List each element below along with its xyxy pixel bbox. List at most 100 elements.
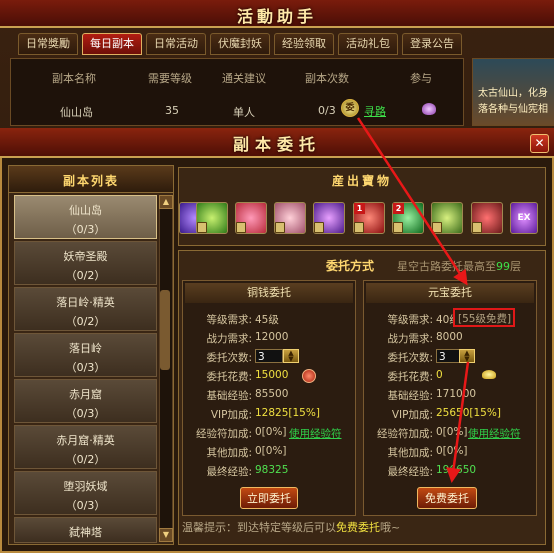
- list-item[interactable]: 弑神塔: [14, 517, 157, 543]
- list-item[interactable]: 落日岭 （0/3）: [14, 333, 157, 377]
- commission-now-button[interactable]: 立即委托: [240, 487, 298, 509]
- list-scrollbar-thumb[interactable]: [160, 290, 170, 370]
- copper-base-value: 85500: [255, 388, 289, 400]
- copper-cost-label: 委托花费:: [206, 371, 252, 383]
- red-gem-icon[interactable]: 1: [353, 202, 385, 234]
- ingot-other-label: 其他加成:: [387, 447, 433, 459]
- ingot-commission-title: 元宝委托: [366, 283, 534, 303]
- list-item[interactable]: 赤月窟 （0/3）: [14, 379, 157, 423]
- copper-times-label: 委托次数:: [206, 352, 252, 364]
- list-item-count: （0/3）: [65, 361, 106, 374]
- copper-power-value: 12000: [255, 331, 289, 343]
- list-item-count: （0/2）: [65, 315, 106, 328]
- tip-suffix: 哦~: [380, 521, 401, 534]
- copper-other-value: 0[0%]: [255, 445, 287, 457]
- list-item-name: 落日岭·精英: [56, 296, 115, 309]
- list-item-count: （0/2）: [65, 453, 106, 466]
- list-item-count: （0/2）: [65, 269, 106, 282]
- ingot-vip-value: 25650[15%]: [436, 407, 501, 419]
- column-header-suggestion: 通关建议: [222, 72, 266, 85]
- copper-commission-title: 铜钱委托: [185, 283, 353, 303]
- column-header-count: 副本次数: [305, 72, 349, 85]
- close-icon[interactable]: ✕: [530, 134, 549, 153]
- list-item-count: （0/3）: [65, 407, 106, 420]
- ingot-cost-value: 0: [436, 369, 443, 381]
- gold-ingot-icon: [482, 370, 496, 379]
- ingot-final-value: 196650: [436, 464, 477, 476]
- ingot-final-label: 最终经验:: [387, 466, 433, 478]
- copper-final-value: 98325: [255, 464, 289, 476]
- lock-icon: [197, 222, 207, 233]
- ingot-times-stepper-icon[interactable]: ▲ ▼: [459, 349, 475, 363]
- copper-vip-value: 12825[15%]: [255, 407, 320, 419]
- tab-exp-claim[interactable]: 经验领取: [274, 33, 334, 55]
- tab-demon-seal[interactable]: 伏魔封妖: [210, 33, 270, 55]
- lock-icon: [236, 222, 246, 233]
- copper-times-input[interactable]: 3: [255, 349, 283, 363]
- cherry-box-icon[interactable]: [471, 202, 503, 234]
- ingot-cost-label: 委托花费:: [387, 371, 433, 383]
- tab-daily-reward[interactable]: 日常獎勵: [18, 33, 78, 55]
- list-item-name: 弑神塔: [69, 526, 102, 539]
- item-badge: 1: [354, 203, 365, 214]
- free-commission-button[interactable]: 免费委托: [417, 487, 477, 509]
- tip-text: 温馨提示：到达特定等级后可以免费委托哦~: [182, 519, 400, 535]
- lock-icon: [393, 222, 403, 233]
- scroll-down-icon[interactable]: ▼: [159, 528, 173, 542]
- free-level-text: [55级免费]: [458, 313, 512, 325]
- list-item[interactable]: 落日岭·精英 （0/2）: [14, 287, 157, 331]
- commission-icon[interactable]: 委: [341, 99, 359, 117]
- ingot-talisman-value: 0[0%]: [436, 426, 468, 438]
- list-item-name: 仙山岛: [69, 204, 102, 217]
- copper-base-label: 基础经验:: [206, 390, 252, 402]
- item-badge: 2: [393, 203, 404, 214]
- copper-power-label: 战力需求:: [206, 333, 252, 345]
- scroll-up-icon[interactable]: ▲: [159, 195, 173, 209]
- tab-activity-gift[interactable]: 活动礼包: [338, 33, 398, 55]
- lock-icon: [472, 222, 482, 233]
- list-item[interactable]: 堕羽妖域 （0/3）: [14, 471, 157, 515]
- copper-coin-icon: [302, 369, 316, 383]
- fruit-box-icon[interactable]: [431, 202, 463, 234]
- tab-daily-activity[interactable]: 日常活动: [146, 33, 206, 55]
- list-item-name: 赤月窟: [69, 388, 102, 401]
- list-item-name: 妖帝圣殿: [63, 250, 108, 263]
- commission-mode-note: 星空古路委托最高至99层: [397, 258, 521, 274]
- pig-pet-icon[interactable]: [274, 202, 306, 234]
- row-dungeon-suggestion: 单人: [233, 106, 255, 119]
- banner-text-line-1: 太古仙山，化身: [478, 88, 548, 99]
- purple-claw-icon[interactable]: [313, 202, 345, 234]
- green-gem-icon[interactable]: 2: [392, 202, 424, 234]
- copper-other-label: 其他加成:: [206, 447, 252, 459]
- copper-use-talisman-link[interactable]: 使用经验符: [289, 426, 342, 441]
- copper-times-stepper-icon[interactable]: ▲ ▼: [283, 349, 299, 363]
- ingot-use-talisman-link[interactable]: 使用经验符: [468, 426, 521, 441]
- treasure-title: 産出寶物: [331, 174, 392, 188]
- pink-pet-icon[interactable]: [235, 202, 267, 234]
- lock-icon: [432, 222, 442, 233]
- ingot-vip-label: VIP加成:: [391, 409, 433, 421]
- ingot-talisman-label: 经验符加成:: [376, 428, 433, 440]
- row-dungeon-level: 35: [165, 104, 179, 117]
- tab-daily-dungeon[interactable]: 每日副本: [82, 33, 142, 55]
- row-dungeon-name: 仙山岛: [60, 106, 93, 119]
- exp-icon[interactable]: EX: [510, 202, 538, 234]
- ingot-level-label: 等级需求:: [387, 314, 433, 326]
- mode-note-prefix: 星空古路委托最高至: [397, 260, 496, 273]
- tip-prefix: 温馨提示：到达特定等级后可以: [182, 521, 336, 534]
- row-dungeon-count: 0/3: [318, 104, 336, 117]
- list-item-name: 堕羽妖域: [63, 480, 108, 493]
- list-item[interactable]: 仙山岛 （0/3）: [14, 195, 157, 239]
- lock-icon: [354, 222, 364, 233]
- ingot-base-label: 基础经验:: [387, 390, 433, 402]
- column-header-join: 参与: [410, 72, 432, 85]
- list-item-count: （0/3）: [65, 223, 106, 236]
- ingot-power-value: 8000: [436, 331, 463, 343]
- copper-level-label: 等级需求:: [206, 314, 252, 326]
- pathfind-link[interactable]: 寻路: [364, 103, 386, 119]
- green-pet-icon[interactable]: [196, 202, 228, 234]
- tab-login-notice[interactable]: 登录公告: [402, 33, 462, 55]
- list-item[interactable]: 妖帝圣殿 （0/2）: [14, 241, 157, 285]
- ingot-times-label: 委托次数:: [387, 352, 433, 364]
- list-item[interactable]: 赤月窟·精英 （0/2）: [14, 425, 157, 469]
